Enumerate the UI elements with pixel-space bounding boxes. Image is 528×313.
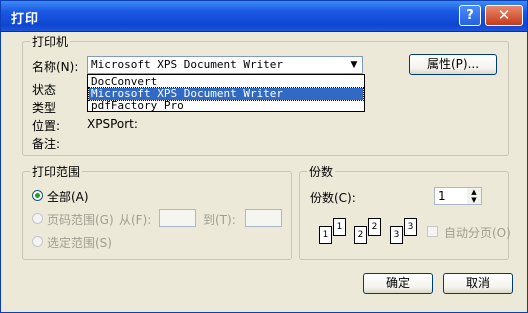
page-icon: 2 [368, 218, 381, 236]
range-from-input[interactable] [159, 209, 196, 227]
printer-name-label: 名称(N): [32, 60, 79, 74]
range-to-label: 到(T): [203, 213, 236, 227]
range-pages-label[interactable]: 页码范围(G) [47, 211, 114, 228]
collate-checkbox[interactable] [427, 226, 438, 237]
page-icon: 3 [390, 226, 403, 244]
page-icon: 1 [319, 226, 332, 244]
copies-group-title: 份数 [307, 163, 336, 180]
ok-button[interactable]: 确定 [363, 273, 433, 294]
printer-option[interactable]: pdfFactory Pro [89, 100, 363, 112]
copies-count-input[interactable]: 1 ▲ ▼ [434, 187, 482, 205]
range-selection-label[interactable]: 选定范围(S) [47, 234, 112, 251]
status-label: 状态 [32, 83, 57, 97]
range-all-radio[interactable] [32, 190, 43, 201]
range-pages-radio[interactable] [32, 213, 43, 224]
page-icon: 2 [354, 226, 367, 244]
location-value: XPSPort: [87, 117, 138, 131]
print-dialog: 打印 ? ✕ 打印机 名称(N): Microsoft XPS Document… [0, 0, 528, 313]
close-button[interactable]: ✕ [485, 5, 523, 26]
spin-arrows-icon[interactable]: ▲ ▼ [467, 188, 481, 204]
chevron-down-icon[interactable]: ▼ [345, 57, 362, 73]
properties-button[interactable]: 属性(P)... [409, 54, 497, 75]
type-label: 类型 [32, 101, 57, 115]
printer-group-title: 打印机 [30, 33, 71, 50]
print-range-title: 打印范围 [30, 163, 83, 180]
comment-label: 备注: [32, 137, 61, 151]
range-selection-radio[interactable] [32, 236, 43, 247]
printer-dropdown-list: DocConvert Microsoft XPS Document Writer… [87, 74, 365, 112]
copies-count-label: 份数(C): [310, 191, 356, 205]
range-from-label: 从(F): [119, 213, 152, 227]
copies-group: 份数 [299, 163, 509, 260]
collate-label[interactable]: 自动分页(O) [444, 224, 511, 241]
title-bar: 打印 ? ✕ [1, 1, 527, 32]
range-all-label[interactable]: 全部(A) [47, 188, 89, 205]
window-title: 打印 [11, 12, 40, 27]
printer-select-value: Microsoft XPS Document Writer [91, 58, 284, 71]
printer-select[interactable]: Microsoft XPS Document Writer ▼ [87, 56, 363, 74]
location-label: 位置: [32, 119, 61, 133]
page-icon: 3 [404, 218, 417, 236]
help-button[interactable]: ? [459, 5, 481, 26]
copies-count-value: 1 [438, 189, 446, 203]
range-to-input[interactable] [245, 209, 282, 227]
cancel-button[interactable]: 取消 [443, 273, 513, 294]
page-icon: 1 [333, 218, 346, 236]
